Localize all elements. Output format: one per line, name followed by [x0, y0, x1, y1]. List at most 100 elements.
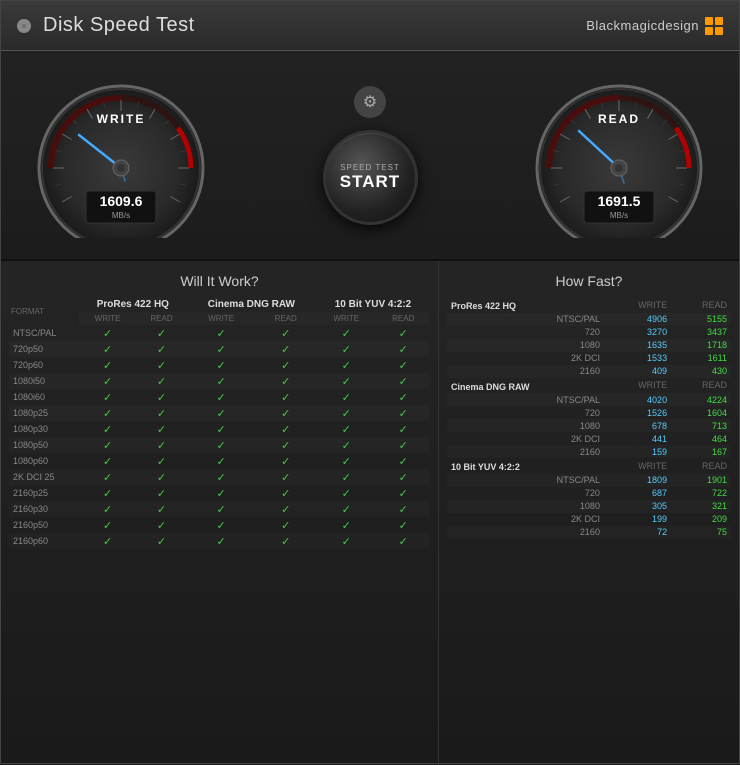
hf-label: 1080: [447, 339, 604, 352]
check-cell: ✓: [79, 357, 136, 373]
check-cell: ✓: [79, 517, 136, 533]
list-item: 2K DCI 441 464: [447, 432, 731, 445]
check-cell: ✓: [377, 533, 430, 549]
hf-label: NTSC/PAL: [447, 474, 604, 487]
check-cell: ✓: [79, 389, 136, 405]
hf-label: 2160: [447, 445, 604, 458]
check-cell: ✓: [79, 341, 136, 357]
list-item: NTSC/PAL 4020 4224: [447, 393, 731, 406]
list-item: 2160 159 167: [447, 445, 731, 458]
table-row: 2160p60✓✓✓✓✓✓: [9, 533, 430, 549]
check-cell: ✓: [377, 421, 430, 437]
check-cell: ✓: [255, 533, 316, 549]
read-col-header: READ: [671, 458, 731, 474]
hf-read-value: 209: [671, 513, 731, 526]
svg-text:WRITE: WRITE: [97, 112, 146, 126]
table-row: 1080p25✓✓✓✓✓✓: [9, 405, 430, 421]
hf-read-value: 1718: [671, 339, 731, 352]
prores-header: ProRes 422 HQ: [79, 297, 187, 312]
read-col-header: READ: [671, 378, 731, 394]
check-cell: ✓: [377, 373, 430, 389]
hf-label: 2160: [447, 526, 604, 539]
brand-square-1: [705, 17, 713, 25]
check-cell: ✓: [79, 437, 136, 453]
check-cell: ✓: [377, 357, 430, 373]
read-col-header: READ: [671, 297, 731, 313]
format-cell: 2160p25: [9, 485, 79, 501]
format-cell: 1080p30: [9, 421, 79, 437]
check-cell: ✓: [316, 437, 377, 453]
list-item: 720 3270 3437: [447, 326, 731, 339]
title-bar: × Disk Speed Test Blackmagicdesign: [1, 1, 739, 51]
check-cell: ✓: [316, 341, 377, 357]
prores-write-header: WRITE: [79, 312, 136, 325]
format-cell: 1080i50: [9, 373, 79, 389]
svg-text:MB/s: MB/s: [112, 211, 130, 220]
category-row: 10 Bit YUV 4:2:2 WRITE READ: [447, 458, 731, 474]
check-cell: ✓: [187, 533, 256, 549]
check-cell: ✓: [187, 341, 256, 357]
hf-write-value: 1533: [604, 352, 671, 365]
check-cell: ✓: [136, 437, 187, 453]
check-cell: ✓: [79, 373, 136, 389]
format-cell: 1080p25: [9, 405, 79, 421]
table-row: 1080i60✓✓✓✓✓✓: [9, 389, 430, 405]
hf-read-value: 1611: [671, 352, 731, 365]
check-cell: ✓: [136, 421, 187, 437]
check-cell: ✓: [316, 389, 377, 405]
category-row: Cinema DNG RAW WRITE READ: [447, 378, 731, 394]
will-it-work-panel: Will It Work? FORMAT ProRes 422 HQ Cinem…: [1, 261, 439, 765]
check-cell: ✓: [187, 373, 256, 389]
will-it-work-table: FORMAT ProRes 422 HQ Cinema DNG RAW 10 B…: [9, 297, 430, 549]
check-cell: ✓: [377, 341, 430, 357]
svg-text:1609.6: 1609.6: [100, 193, 143, 209]
close-button[interactable]: ×: [17, 19, 31, 33]
table-row: NTSC/PAL✓✓✓✓✓✓: [9, 325, 430, 341]
brand-square-3: [705, 27, 713, 35]
write-col-header: WRITE: [604, 458, 671, 474]
check-cell: ✓: [136, 453, 187, 469]
hf-write-value: 4906: [604, 313, 671, 326]
list-item: 1080 678 713: [447, 419, 731, 432]
how-fast-title: How Fast?: [447, 273, 731, 289]
check-cell: ✓: [316, 533, 377, 549]
list-item: 720 1526 1604: [447, 406, 731, 419]
check-cell: ✓: [316, 517, 377, 533]
table-row: 1080p30✓✓✓✓✓✓: [9, 421, 430, 437]
start-button[interactable]: SPEED TEST START: [323, 130, 418, 225]
table-row: 2K DCI 25✓✓✓✓✓✓: [9, 469, 430, 485]
list-item: 2160 409 430: [447, 365, 731, 378]
hf-write-value: 1635: [604, 339, 671, 352]
check-cell: ✓: [255, 469, 316, 485]
check-cell: ✓: [136, 405, 187, 421]
format-cell: 1080i60: [9, 389, 79, 405]
category-label: 10 Bit YUV 4:2:2: [447, 458, 604, 474]
write-col-header: WRITE: [604, 297, 671, 313]
gauges-section: 1609.6 MB/s WRITE ⚙ SPEED TEST START: [1, 51, 739, 261]
list-item: 2K DCI 199 209: [447, 513, 731, 526]
hf-write-value: 3270: [604, 326, 671, 339]
check-cell: ✓: [316, 469, 377, 485]
hf-read-value: 430: [671, 365, 731, 378]
hf-write-value: 4020: [604, 393, 671, 406]
category-row: ProRes 422 HQ WRITE READ: [447, 297, 731, 313]
write-col-header: WRITE: [604, 378, 671, 394]
check-cell: ✓: [255, 501, 316, 517]
check-cell: ✓: [187, 501, 256, 517]
category-label: ProRes 422 HQ: [447, 297, 604, 313]
check-cell: ✓: [255, 421, 316, 437]
format-cell: 1080p50: [9, 437, 79, 453]
check-cell: ✓: [79, 501, 136, 517]
check-cell: ✓: [316, 357, 377, 373]
prores-read-header: READ: [136, 312, 187, 325]
format-cell: 2160p60: [9, 533, 79, 549]
check-cell: ✓: [79, 405, 136, 421]
check-cell: ✓: [136, 341, 187, 357]
settings-button[interactable]: ⚙: [354, 86, 386, 118]
center-controls: ⚙ SPEED TEST START: [323, 86, 418, 225]
how-fast-panel: How Fast? ProRes 422 HQ WRITE READ NTSC/…: [439, 261, 739, 765]
hf-label: 2160: [447, 365, 604, 378]
brand-square-2: [715, 17, 723, 25]
yuv-read-header: READ: [377, 312, 430, 325]
check-cell: ✓: [255, 325, 316, 341]
